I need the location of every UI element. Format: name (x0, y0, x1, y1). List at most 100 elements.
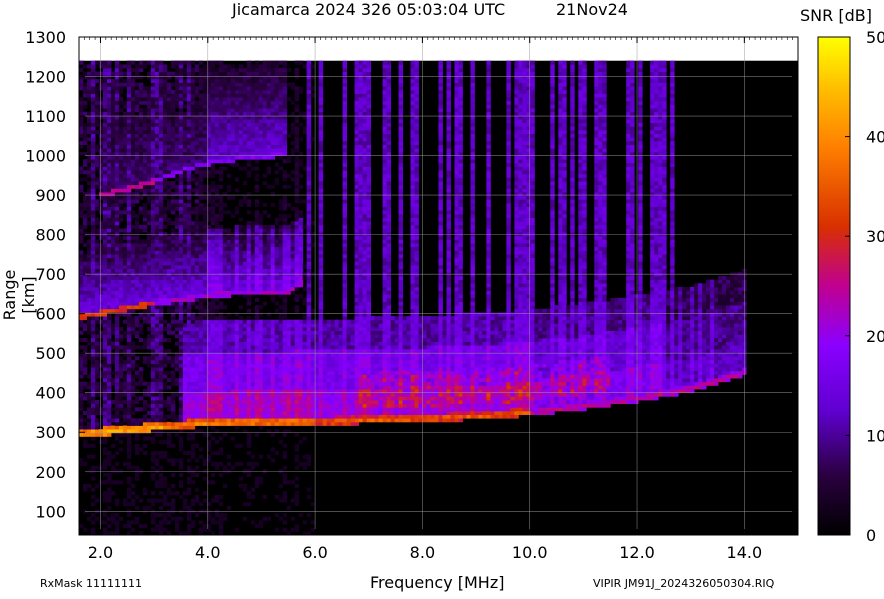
heatmap-cell (158, 86, 164, 91)
heatmap-cell (166, 166, 172, 171)
heatmap-cell (111, 170, 116, 175)
heatmap-cell (107, 170, 112, 175)
heatmap-cell (242, 75, 248, 80)
heatmap-cell (270, 338, 276, 342)
heatmap-cell (242, 93, 248, 98)
heatmap-cell (114, 283, 120, 288)
heatmap-cell (134, 265, 140, 269)
heatmap-cell (150, 268, 156, 273)
heatmap-cell (198, 203, 204, 207)
heatmap-cell (238, 166, 244, 171)
heatmap-cell (79, 144, 84, 149)
heatmap-cell (206, 454, 212, 459)
heatmap-cell (186, 213, 192, 218)
heatmap-cell (150, 378, 156, 383)
heatmap-cell (150, 451, 156, 456)
heatmap-cell (194, 341, 200, 346)
heatmap-cell (170, 206, 176, 211)
heatmap-cell (214, 203, 220, 207)
heatmap-cell (158, 334, 164, 339)
heatmap-cell (274, 308, 280, 313)
heatmap-cell (111, 79, 116, 83)
heatmap-cell (138, 279, 144, 284)
heatmap-cell (190, 133, 196, 138)
heatmap-cell (95, 184, 100, 189)
heatmap-cell (150, 359, 156, 364)
heatmap-cell (254, 524, 260, 529)
heatmap-cell (126, 462, 132, 466)
heatmap-cell (218, 239, 224, 244)
heatmap-cell (107, 480, 112, 485)
heatmap-cell (79, 276, 84, 280)
heatmap-cell (246, 104, 252, 109)
heatmap-cell (158, 283, 164, 288)
heatmap-cell (154, 319, 160, 324)
heatmap-cell (230, 411, 236, 415)
heatmap-cell (250, 370, 256, 375)
heatmap-cell (118, 203, 124, 207)
heatmap-cell (186, 177, 192, 182)
heatmap-cell (262, 82, 268, 87)
heatmap-cell (218, 93, 224, 98)
heatmap-cell (210, 213, 216, 218)
heatmap-cell (202, 462, 208, 466)
heatmap-cell (202, 316, 208, 321)
heatmap-cell (226, 323, 232, 328)
heatmap-cell (194, 359, 200, 364)
heatmap-cell (218, 283, 224, 288)
heatmap-cell (230, 268, 236, 273)
heatmap-cell (258, 257, 264, 262)
heatmap-cell (282, 305, 288, 310)
heatmap-cell (242, 239, 248, 244)
heatmap-cell (254, 276, 260, 280)
heatmap-cell (190, 414, 196, 419)
heatmap-cell (222, 276, 228, 280)
heatmap-cell (91, 155, 96, 160)
heatmap-cell (198, 144, 204, 149)
heatmap-cell (214, 319, 220, 324)
heatmap-cell (162, 126, 168, 131)
heatmap-cell (254, 367, 260, 372)
heatmap-cell (218, 527, 224, 532)
heatmap-cell (254, 363, 260, 368)
heatmap-cell (246, 144, 252, 149)
heatmap-cell (158, 79, 164, 83)
heatmap-cell (194, 316, 200, 321)
heatmap-cell (166, 425, 172, 430)
heatmap-cell (174, 155, 180, 160)
heatmap-cell (226, 363, 232, 368)
heatmap-cell (107, 71, 112, 76)
heatmap-cell (282, 177, 288, 182)
heatmap-cell (91, 162, 96, 167)
heatmap-cell (146, 308, 152, 313)
heatmap-cell (234, 122, 240, 127)
heatmap-cell (126, 217, 132, 222)
heatmap-cell (202, 491, 208, 496)
heatmap-cell (142, 265, 148, 269)
heatmap-cell (126, 203, 132, 207)
heatmap-cell (95, 286, 100, 291)
heatmap-cell (107, 75, 112, 80)
heatmap-cell (150, 243, 156, 248)
heatmap-cell (278, 319, 284, 324)
heatmap-cell (107, 97, 112, 102)
heatmap-cell (114, 192, 120, 197)
heatmap-cell (174, 527, 180, 532)
heatmap-cell (198, 286, 204, 291)
heatmap-cell (254, 279, 260, 284)
heatmap-cell (274, 64, 280, 69)
heatmap-cell (190, 418, 196, 423)
heatmap-cell (214, 159, 220, 164)
heatmap-cell (142, 261, 148, 266)
heatmap-cell (274, 286, 280, 291)
heatmap-cell (103, 334, 108, 339)
heatmap-cell (286, 421, 292, 426)
heatmap-cell (222, 341, 228, 346)
heatmap-cell (126, 400, 132, 404)
heatmap-cell (190, 257, 196, 262)
heatmap-cell (122, 79, 128, 83)
heatmap-cell (170, 228, 176, 233)
heatmap-cell (206, 370, 212, 375)
heatmap-cell (95, 254, 100, 259)
heatmap-cell (87, 385, 92, 390)
